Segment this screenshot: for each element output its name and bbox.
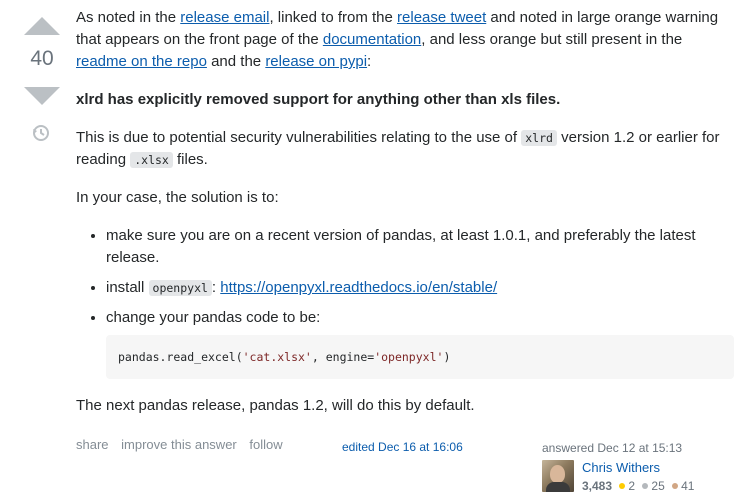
text: This is due to potential security vulner…	[76, 129, 522, 146]
text: :	[367, 53, 372, 70]
vote-count: 40	[30, 47, 54, 70]
paragraph-next-release: The next pandas release, pandas 1.2, wil…	[76, 397, 475, 414]
inline-code-xlsx: .xlsx	[130, 152, 173, 168]
pypi-release-link[interactable]: release on pypi	[265, 53, 367, 70]
documentation-link[interactable]: documentation	[323, 31, 421, 48]
list-item: make sure you are on a recent version of…	[106, 225, 736, 269]
release-email-link[interactable]: release email	[180, 9, 269, 26]
code-block: pandas.read_excel('cat.xlsx', engine='op…	[106, 335, 734, 379]
openpyxl-docs-link[interactable]: https://openpyxl.readthedocs.io/en/stabl…	[220, 279, 497, 296]
list-item: install openpyxl: https://openpyxl.readt…	[106, 277, 736, 299]
downvote-arrow-icon[interactable]	[24, 87, 60, 105]
code-string: 'cat.xlsx'	[242, 350, 312, 364]
upvote-arrow-icon[interactable]	[24, 17, 60, 35]
bronze-count: 41	[681, 479, 695, 493]
text: files.	[172, 151, 208, 168]
answered-timestamp: answered Dec 12 at 15:13	[542, 441, 683, 455]
reputation-score: 3,483	[582, 479, 613, 493]
code-token: )	[443, 350, 451, 364]
gold-count: 2	[628, 479, 636, 493]
text: and the	[206, 53, 266, 70]
answer-body: As noted in the release email, linked to…	[76, 7, 736, 433]
inline-code-openpyxl: openpyxl	[148, 280, 212, 296]
user-reputation: 3,483 2 25 41	[582, 479, 698, 493]
paragraph-solution: In your case, the solution is to:	[76, 189, 279, 206]
release-tweet-link[interactable]: release tweet	[397, 9, 486, 26]
paragraph-reason: This is due to potential security vulner…	[76, 127, 736, 171]
silver-count: 25	[651, 479, 665, 493]
text: change your pandas code to be:	[106, 309, 321, 326]
text: , and less orange but still present in t…	[421, 31, 683, 48]
solution-list: make sure you are on a recent version of…	[76, 225, 736, 379]
list-item: change your pandas code to be: pandas.re…	[106, 307, 736, 379]
bold-statement: xlrd has explicitly removed support for …	[76, 91, 561, 108]
edited-timestamp-link[interactable]: edited Dec 16 at 16:06	[342, 440, 463, 454]
improve-answer-link[interactable]: improve this answer	[121, 437, 237, 452]
paragraph-intro: As noted in the release email, linked to…	[76, 7, 736, 73]
text: As noted in the	[76, 9, 181, 26]
text: install	[106, 279, 149, 296]
avatar-body-icon	[546, 482, 570, 492]
code-token: , engine=	[311, 350, 375, 364]
readme-link[interactable]: readme on the repo	[76, 53, 207, 70]
code-token: pandas.read_excel(	[118, 350, 243, 364]
silver-badge: 25	[642, 479, 665, 493]
user-name-link[interactable]: Chris Withers	[582, 460, 660, 475]
gold-badge-icon	[619, 483, 626, 489]
silver-badge-icon	[642, 483, 649, 489]
bronze-badge-icon	[672, 483, 679, 489]
avatar[interactable]	[542, 460, 574, 492]
follow-link[interactable]: follow	[249, 437, 282, 452]
code-string: 'openpyxl'	[374, 350, 444, 364]
bronze-badge: 41	[672, 479, 694, 493]
inline-code-xlrd: xlrd	[521, 130, 557, 146]
avatar-face-icon	[550, 465, 565, 483]
post-footer: share improve this answer follow edited …	[76, 437, 736, 500]
share-link[interactable]: share	[76, 437, 109, 452]
paragraph-bold: xlrd has explicitly removed support for …	[76, 89, 736, 111]
text: :	[211, 279, 221, 296]
gold-badge: 2	[619, 479, 635, 493]
history-icon[interactable]	[31, 123, 51, 143]
text: make sure you are on a recent version of…	[106, 227, 696, 266]
text: , linked to from the	[269, 9, 398, 26]
